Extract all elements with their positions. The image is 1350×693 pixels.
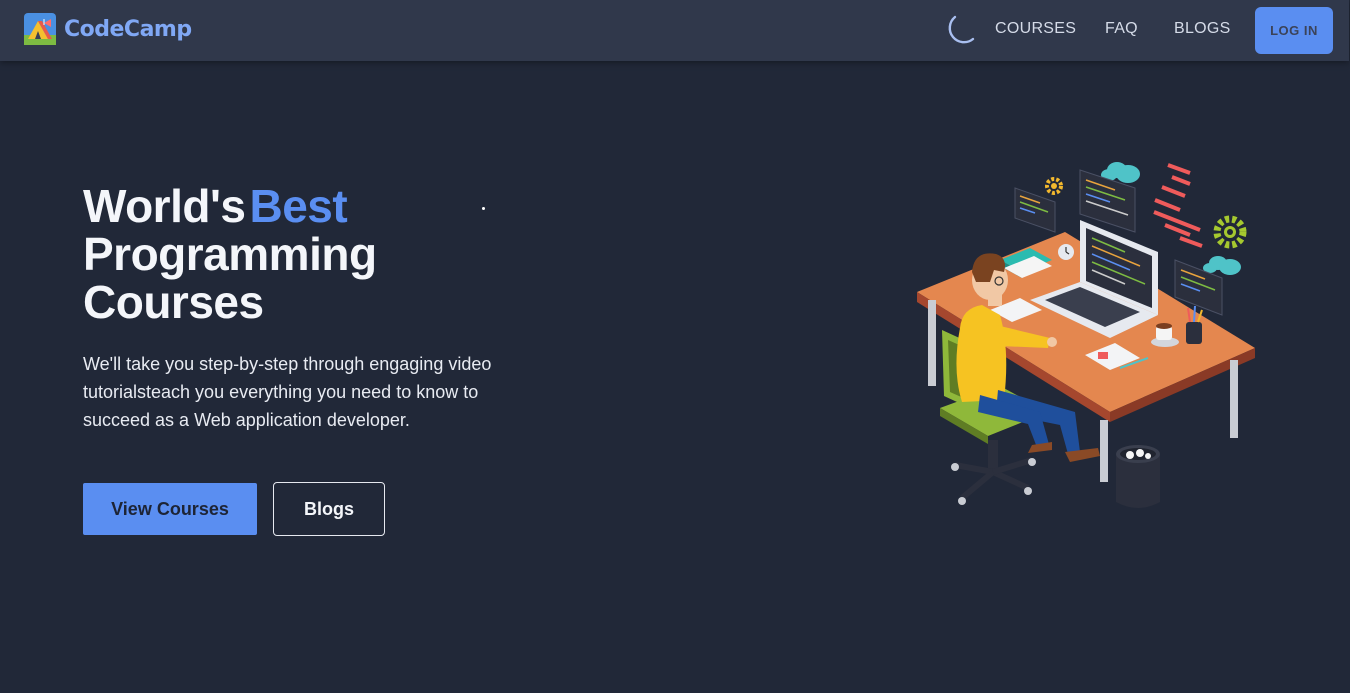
cloud-icon <box>1203 256 1241 275</box>
hero-title-line2: Programming <box>83 228 377 280</box>
brand-name: CodeCamp <box>64 16 192 42</box>
trash-bin-graphic <box>1116 445 1160 508</box>
developer-desk-illustration <box>917 162 1255 508</box>
decorative-dot <box>482 207 485 210</box>
hero-title-line3: Courses <box>83 276 264 328</box>
nav-link-faq[interactable]: FAQ <box>1105 20 1138 38</box>
clock-icon <box>1058 244 1074 260</box>
pencil-holder-icon <box>1186 305 1203 344</box>
nav-link-blogs[interactable]: BLOGS <box>1174 20 1231 38</box>
nav-link-courses[interactable]: COURSES <box>995 20 1076 38</box>
code-bars-graphic <box>1153 163 1203 248</box>
login-button[interactable]: LOG IN <box>1255 7 1333 54</box>
moon-icon[interactable] <box>941 13 977 49</box>
hero-description: We'll take you step-by-step through enga… <box>83 354 492 430</box>
navbar: CodeCamp COURSES FAQ BLOGS LOG IN <box>0 0 1349 61</box>
hero-title: World'sBest Programming Courses <box>83 182 377 326</box>
camp-logo-icon <box>24 13 56 45</box>
hero-title-part1: World's <box>83 180 246 232</box>
view-courses-button[interactable]: View Courses <box>83 483 257 535</box>
brand-link[interactable]: CodeCamp <box>24 12 192 46</box>
gear-icon <box>1045 177 1063 195</box>
blogs-button[interactable]: Blogs <box>273 482 385 536</box>
code-window <box>1014 187 1056 233</box>
hero-title-accent: Best <box>249 180 348 232</box>
gear-icon <box>1213 215 1247 249</box>
